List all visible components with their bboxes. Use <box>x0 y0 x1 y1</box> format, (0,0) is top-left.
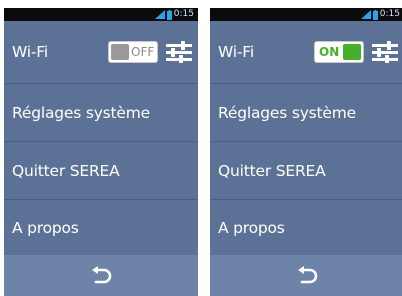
menu-item-about[interactable]: A propos <box>210 200 402 255</box>
status-bar: 0:15 <box>210 8 402 21</box>
battery-icon <box>166 9 172 20</box>
menu-item-quit[interactable]: Quitter SEREA <box>4 142 198 200</box>
status-time: 0:15 <box>379 9 400 19</box>
battery-icon <box>372 9 378 20</box>
quit-label: Quitter SEREA <box>12 161 120 180</box>
wifi-label: Wi-Fi <box>12 43 48 61</box>
menu-item-wifi: Wi-Fi OFF <box>4 21 198 84</box>
system-settings-label: Réglages système <box>12 103 151 122</box>
bottom-bar <box>210 255 402 296</box>
status-bar: 0:15 <box>4 8 198 21</box>
status-icons: 0:15 <box>154 9 194 20</box>
menu-item-wifi: Wi-Fi ON <box>210 21 402 84</box>
menu-item-about[interactable]: A propos <box>4 200 198 255</box>
wifi-toggle[interactable]: OFF <box>108 41 158 63</box>
toggle-knob <box>111 44 129 60</box>
sliders-icon[interactable] <box>166 41 192 63</box>
toggle-knob <box>343 44 361 60</box>
system-settings-label: Réglages système <box>218 103 357 122</box>
bottom-bar <box>4 255 198 296</box>
menu-item-quit[interactable]: Quitter SEREA <box>210 142 402 200</box>
signal-icon <box>360 10 371 19</box>
about-label: A propos <box>218 218 285 237</box>
wifi-label: Wi-Fi <box>218 43 254 61</box>
phone-screen-wifi-off: 0:15 Wi-Fi OFF Réglages système Quitter … <box>4 8 198 296</box>
phone-screen-wifi-on: 0:15 Wi-Fi ON Réglages système Quitter S… <box>210 8 402 296</box>
quit-label: Quitter SEREA <box>218 161 326 180</box>
about-label: A propos <box>12 218 79 237</box>
wifi-toggle[interactable]: ON <box>314 41 364 63</box>
wifi-toggle-text: ON <box>319 45 340 59</box>
signal-icon <box>154 10 165 19</box>
back-arrow-icon[interactable] <box>90 265 112 286</box>
menu-item-system-settings[interactable]: Réglages système <box>210 84 402 142</box>
status-time: 0:15 <box>173 9 194 19</box>
sliders-icon[interactable] <box>372 41 398 63</box>
wifi-toggle-text: OFF <box>131 45 155 59</box>
menu-item-system-settings[interactable]: Réglages système <box>4 84 198 142</box>
back-arrow-icon[interactable] <box>296 265 318 286</box>
status-icons: 0:15 <box>360 9 400 20</box>
